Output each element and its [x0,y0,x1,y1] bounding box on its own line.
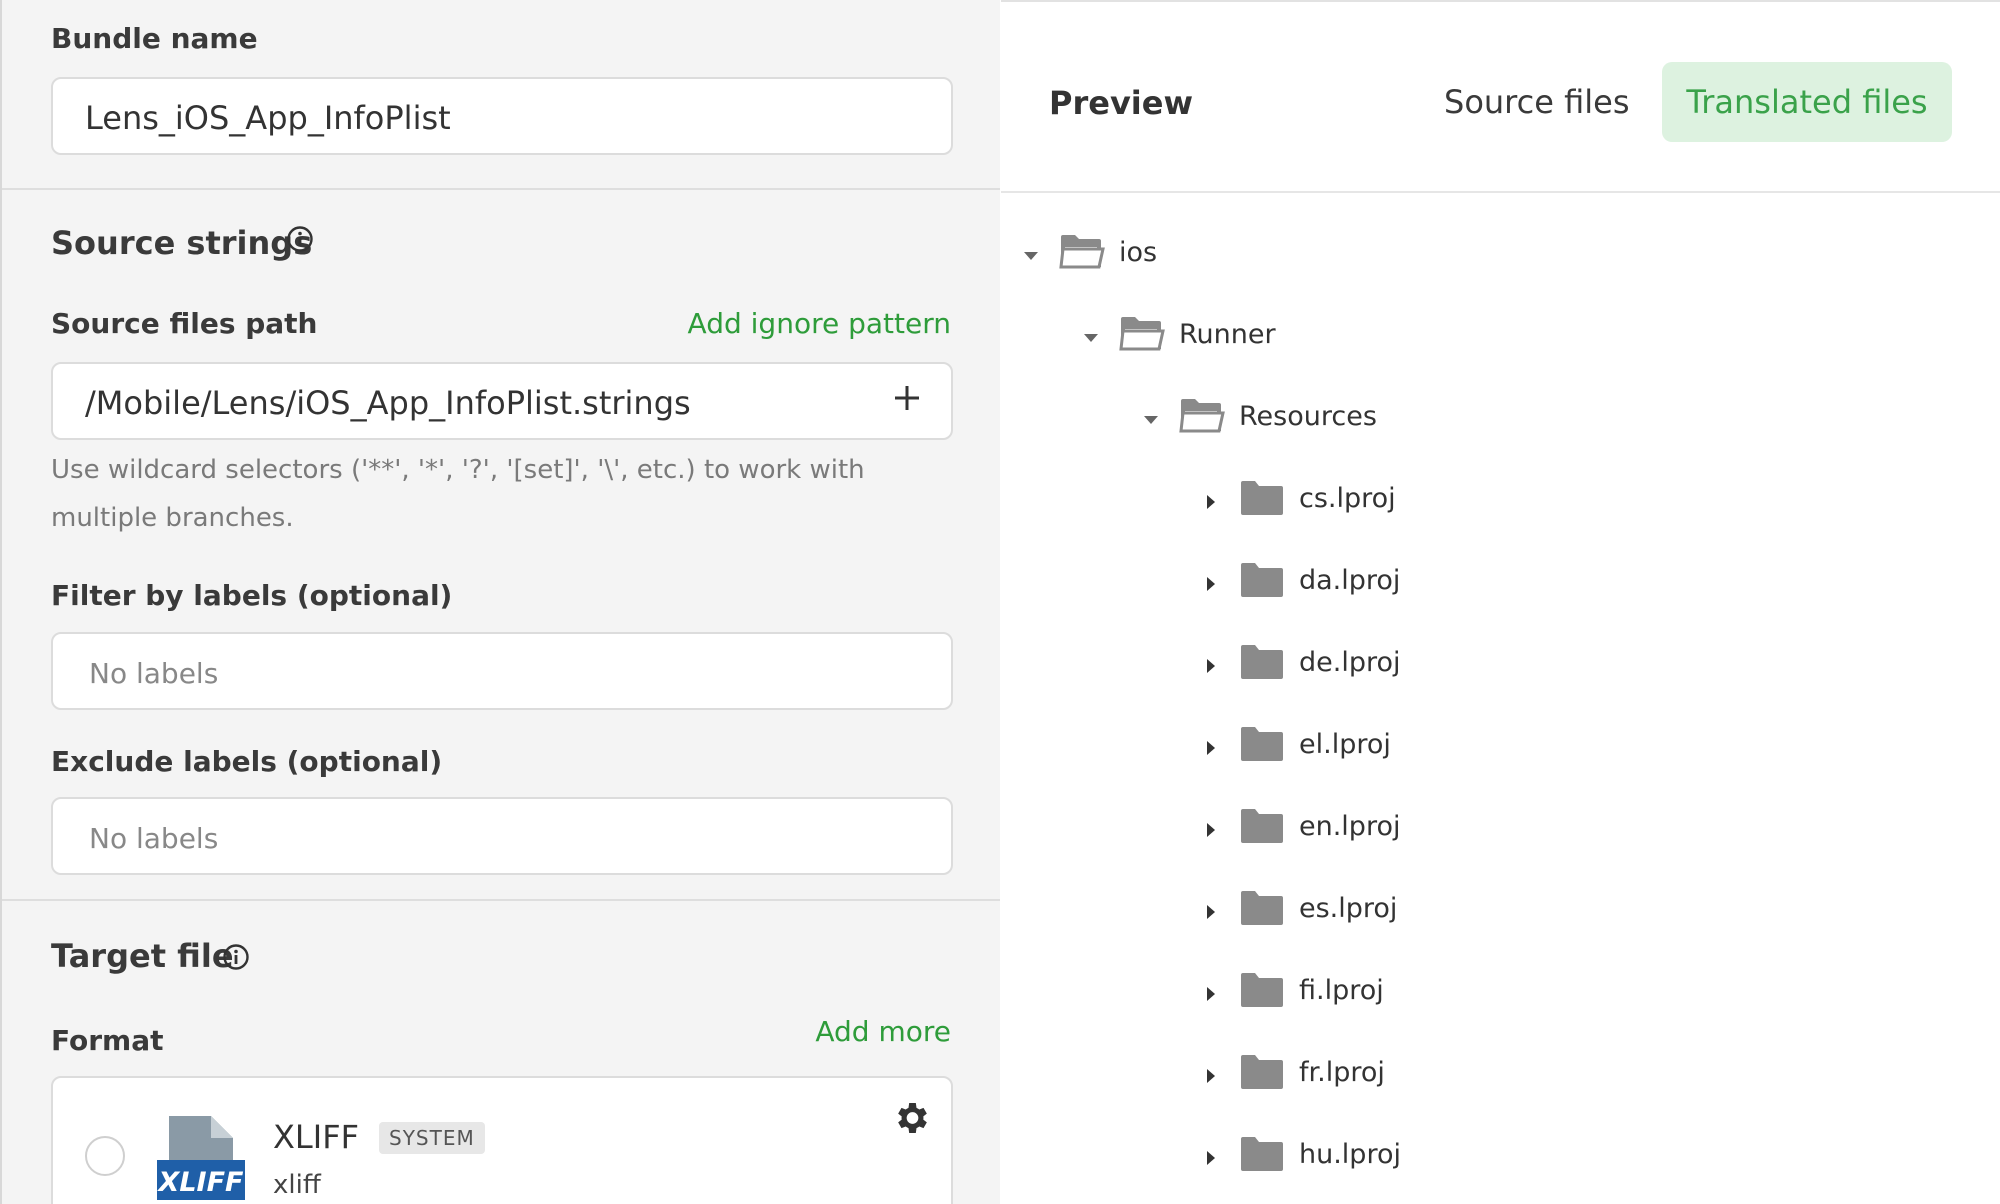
tree-node-label: ios [1119,237,1158,268]
info-icon[interactable] [222,943,250,971]
bundle-name-input[interactable]: Lens_iOS_App_InfoPlist [51,77,953,155]
tree-node-label: hu.lproj [1299,1139,1401,1170]
caret-right-icon[interactable] [1201,574,1221,594]
caret-down-icon[interactable] [1141,410,1161,430]
source-files-path-input[interactable]: /Mobile/Lens/iOS_App_InfoPlist.strings [51,362,953,440]
preview-panel: Preview Source files Translated files io… [1001,0,2000,1204]
tree-node-resources[interactable]: Resources [1141,395,1741,445]
folder-icon [1241,645,1283,679]
caret-right-icon[interactable] [1201,738,1221,758]
folder-icon [1241,809,1283,843]
xliff-file-icon: XLIFF [157,1116,245,1200]
caret-right-icon[interactable] [1201,1066,1221,1086]
source-strings-heading: Source strings [51,224,313,262]
folder-icon [1241,563,1283,597]
folder-icon [1241,891,1283,925]
folder-icon [1241,973,1283,1007]
folder-open-icon [1059,235,1105,269]
tree-node-label: Runner [1179,319,1276,350]
bundle-name-label: Bundle name [51,22,258,55]
caret-right-icon[interactable] [1201,820,1221,840]
format-radio[interactable] [85,1136,125,1176]
add-ignore-pattern-link[interactable]: Add ignore pattern [688,307,951,340]
tree-node-label: cs.lproj [1299,483,1396,514]
format-extension: xliff [273,1170,321,1200]
caret-right-icon[interactable] [1201,984,1221,1004]
tree-node-fi-lproj[interactable]: fi.lproj [1201,969,1801,1019]
preview-divider [1001,191,2000,193]
tree-node-da-lproj[interactable]: da.lproj [1201,559,1801,609]
gear-icon[interactable] [891,1098,931,1138]
format-label: Format [51,1024,164,1057]
caret-right-icon[interactable] [1201,902,1221,922]
format-option-xliff[interactable]: XLIFF XLIFF SYSTEM xliff [51,1076,953,1204]
filter-labels-placeholder: No labels [89,657,219,690]
source-files-path-value: /Mobile/Lens/iOS_App_InfoPlist.strings [85,384,691,422]
tree-node-label: fr.lproj [1299,1057,1385,1088]
tree-node-label: da.lproj [1299,565,1401,596]
folder-icon [1241,727,1283,761]
info-icon[interactable] [286,225,314,253]
exclude-labels-placeholder: No labels [89,822,219,855]
tree-node-en-lproj[interactable]: en.lproj [1201,805,1801,855]
exclude-labels-input[interactable]: No labels [51,797,953,875]
preview-title: Preview [1049,84,1194,122]
caret-right-icon[interactable] [1201,492,1221,512]
wildcard-help-text: Use wildcard selectors ('**', '*', '?', … [51,455,865,533]
tree-node-fr-lproj[interactable]: fr.lproj [1201,1051,1801,1101]
source-files-path-label: Source files path [51,307,318,340]
tree-node-label: es.lproj [1299,893,1398,924]
filter-labels-label: Filter by labels (optional) [51,579,453,612]
tree-node-label: Resources [1239,401,1377,432]
folder-open-icon [1119,317,1165,351]
tree-node-label: el.lproj [1299,729,1391,760]
caret-down-icon[interactable] [1021,246,1041,266]
plus-icon[interactable] [887,378,927,418]
bundle-settings-panel: Bundle name Lens_iOS_App_InfoPlist Sourc… [0,0,1000,1204]
filter-labels-input[interactable]: No labels [51,632,953,710]
tree-node-label: fi.lproj [1299,975,1384,1006]
tree-node-el-lproj[interactable]: el.lproj [1201,723,1801,773]
tab-source-files[interactable]: Source files [1412,62,1661,142]
tree-node-cs-lproj[interactable]: cs.lproj [1201,477,1801,527]
folder-icon [1241,481,1283,515]
add-more-link[interactable]: Add more [815,1015,951,1048]
tree-node-ios[interactable]: ios [1021,231,1621,281]
bundle-name-value: Lens_iOS_App_InfoPlist [85,99,451,137]
target-file-heading: Target file [51,937,234,975]
xliff-logo-text: XLIFF [157,1167,244,1198]
section-divider [2,188,1000,190]
folder-icon [1241,1055,1283,1089]
exclude-labels-label: Exclude labels (optional) [51,745,443,778]
tree-node-runner[interactable]: Runner [1081,313,1681,363]
section-divider [2,899,1000,901]
system-badge: SYSTEM [379,1122,485,1154]
format-name: XLIFF [273,1118,359,1156]
tree-node-hu-lproj[interactable]: hu.lproj [1201,1133,1801,1183]
caret-right-icon[interactable] [1201,656,1221,676]
folder-open-icon [1179,399,1225,433]
tree-node-es-lproj[interactable]: es.lproj [1201,887,1801,937]
tree-node-label: en.lproj [1299,811,1401,842]
tree-node-label: de.lproj [1299,647,1401,678]
tree-node-de-lproj[interactable]: de.lproj [1201,641,1801,691]
tab-translated-files[interactable]: Translated files [1662,62,1952,142]
folder-icon [1241,1137,1283,1171]
caret-down-icon[interactable] [1081,328,1101,348]
caret-right-icon[interactable] [1201,1148,1221,1168]
